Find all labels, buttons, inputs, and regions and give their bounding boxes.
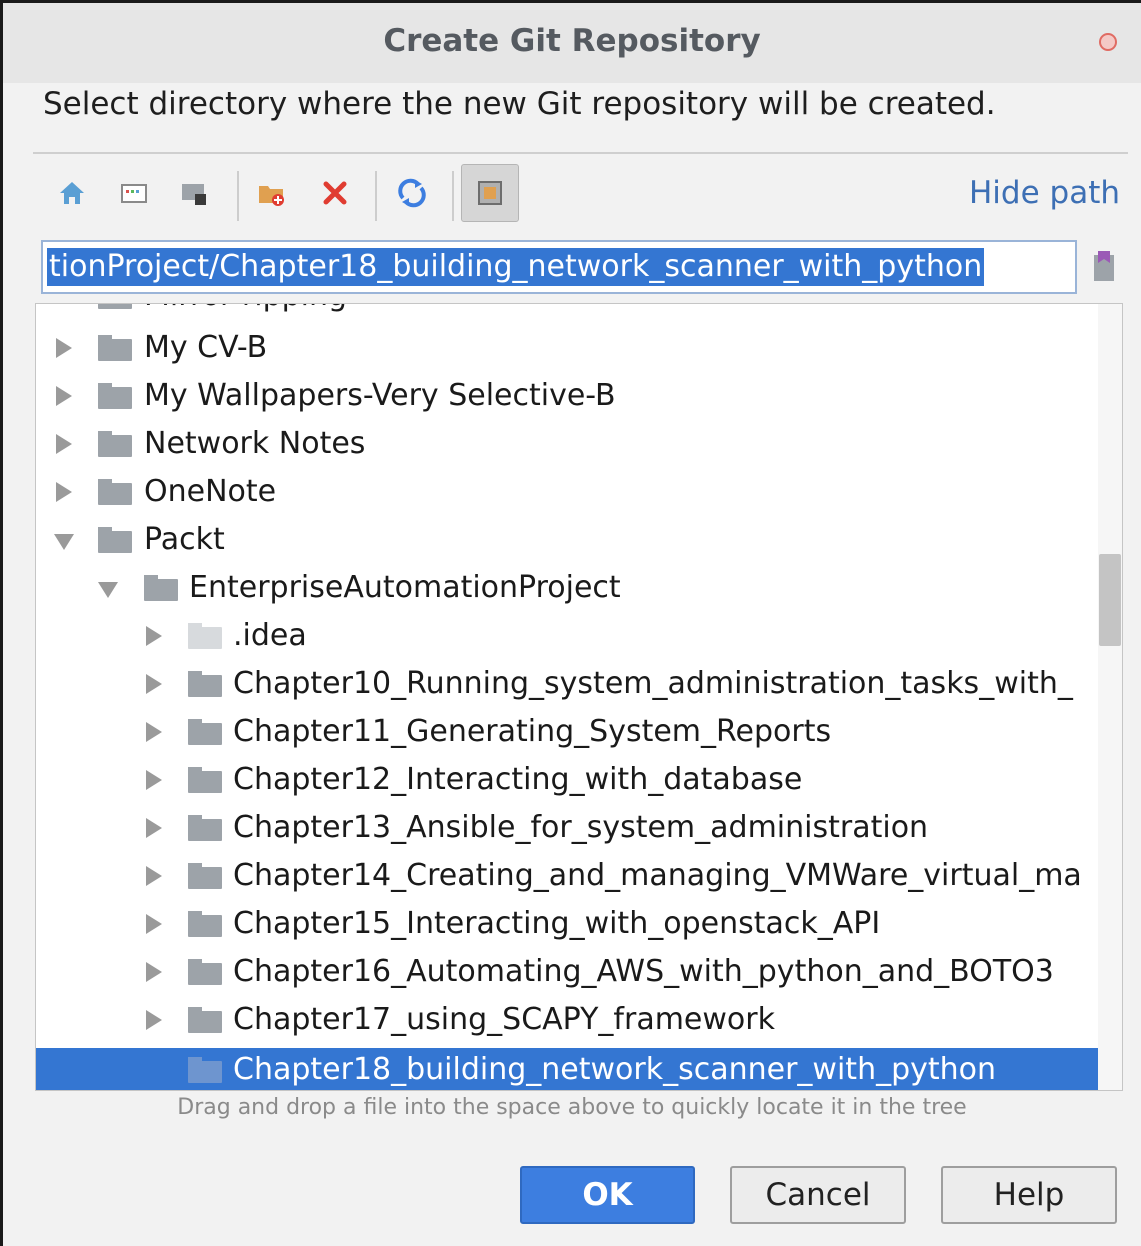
dialog-body: Select directory where the new Git repos… xyxy=(3,83,1141,1246)
bookmark-icon[interactable] xyxy=(1085,248,1123,286)
show-hidden-icon[interactable] xyxy=(461,164,519,222)
create-git-repository-dialog: Create Git Repository Select directory w… xyxy=(0,0,1141,1246)
ok-button[interactable]: OK xyxy=(520,1166,695,1224)
folder-icon xyxy=(188,959,222,985)
tree-row[interactable]: Network Notes xyxy=(36,422,1096,470)
tree-row[interactable]: OneNote xyxy=(36,470,1096,518)
tree-row-label: EnterpriseAutomationProject xyxy=(189,570,621,605)
toolbar-divider xyxy=(452,171,454,221)
tree-row[interactable]: Chapter10_Running_system_administration_… xyxy=(36,662,1096,710)
tree-row[interactable]: Chapter14_Creating_and_managing_VMWare_v… xyxy=(36,854,1096,902)
tree-row-label: Chapter18_building_network_scanner_with_… xyxy=(233,1052,997,1087)
toolbar-divider xyxy=(375,171,377,221)
tree-row-selected[interactable]: Chapter18_building_network_scanner_with_… xyxy=(36,1048,1122,1090)
tree-row[interactable]: Chapter13_Ansible_for_system_administrat… xyxy=(36,806,1096,854)
folder-icon xyxy=(188,623,222,649)
tree-row-label: Chapter14_Creating_and_managing_VMWare_v… xyxy=(233,858,1082,893)
folder-icon xyxy=(98,304,132,309)
folder-icon xyxy=(144,575,178,601)
project-icon[interactable] xyxy=(175,174,213,212)
folder-icon xyxy=(188,863,222,889)
expand-arrow-icon[interactable] xyxy=(146,818,162,838)
expand-arrow-icon[interactable] xyxy=(146,626,162,646)
expand-arrow-icon[interactable] xyxy=(146,866,162,886)
expand-arrow-icon[interactable] xyxy=(146,674,162,694)
folder-icon xyxy=(98,527,132,553)
tree-row[interactable]: Chapter11_Generating_System_Reports xyxy=(36,710,1096,758)
drag-drop-hint: Drag and drop a file into the space abov… xyxy=(177,1095,967,1120)
tree-row-label: .idea xyxy=(233,618,307,653)
folder-icon xyxy=(188,767,222,793)
tree-row-label: Network Notes xyxy=(144,426,366,461)
tree-row-label: Chapter17_using_SCAPY_framework xyxy=(233,1002,775,1037)
expand-arrow-icon[interactable] xyxy=(56,386,72,406)
expand-arrow-icon[interactable] xyxy=(146,914,162,934)
tree-scrollbar-thumb[interactable] xyxy=(1099,554,1121,646)
folder-icon xyxy=(188,671,222,697)
tree-row-label: Chapter16_Automating_AWS_with_python_and… xyxy=(233,954,1054,989)
dialog-subtitle: Select directory where the new Git repos… xyxy=(43,86,996,122)
tree-row-label: Chapter15_Interacting_with_openstack_API xyxy=(233,906,881,941)
tree-row-label: My CV-B xyxy=(144,330,268,365)
separator xyxy=(33,152,1128,154)
collapse-arrow-icon[interactable] xyxy=(54,534,74,550)
toolbar-divider xyxy=(237,171,239,221)
folder-icon xyxy=(98,335,132,361)
folder-icon xyxy=(188,1057,222,1083)
folder-icon xyxy=(98,479,132,505)
folder-icon xyxy=(98,383,132,409)
tree-row[interactable]: Chapter15_Interacting_with_openstack_API xyxy=(36,902,1096,950)
folder-icon xyxy=(188,911,222,937)
folder-icon xyxy=(188,1007,222,1033)
home-icon[interactable] xyxy=(53,174,91,212)
tree-row-label: Chapter11_Generating_System_Reports xyxy=(233,714,832,749)
tree-row[interactable]: My Wallpapers-Very Selective-B xyxy=(36,374,1096,422)
tree-row[interactable]: Mirror ripping xyxy=(36,304,1096,322)
expand-arrow-icon[interactable] xyxy=(146,722,162,742)
tree-row[interactable]: .idea xyxy=(36,614,1096,662)
expand-arrow-icon[interactable] xyxy=(56,338,72,358)
tree-row[interactable]: My CV-B xyxy=(36,326,1096,374)
expand-arrow-icon[interactable] xyxy=(56,482,72,502)
folder-icon xyxy=(188,719,222,745)
new-folder-icon[interactable] xyxy=(253,174,291,212)
folder-icon xyxy=(98,431,132,457)
tree-row-label: Mirror ripping xyxy=(144,304,347,313)
tree-row[interactable]: Packt xyxy=(36,518,1096,566)
collapse-arrow-icon[interactable] xyxy=(98,582,118,598)
expand-arrow-icon[interactable] xyxy=(56,434,72,454)
tree-scrollbar-track[interactable] xyxy=(1098,304,1122,1090)
tree-row-label: Chapter13_Ansible_for_system_administrat… xyxy=(233,810,929,845)
path-input[interactable]: tionProject/Chapter18_building_network_s… xyxy=(41,240,1077,294)
cancel-button[interactable]: Cancel xyxy=(730,1166,906,1224)
tree-row[interactable]: EnterpriseAutomationProject xyxy=(36,566,1096,614)
directory-tree[interactable]: Mirror ripping My CV-B My Wallpapers-Ver… xyxy=(35,303,1123,1091)
expand-arrow-icon[interactable] xyxy=(146,770,162,790)
tree-row-label: OneNote xyxy=(144,474,277,509)
help-button[interactable]: Help xyxy=(941,1166,1117,1224)
path-input-value: tionProject/Chapter18_building_network_s… xyxy=(47,248,985,286)
folder-icon xyxy=(188,815,222,841)
tree-row[interactable]: Chapter12_Interacting_with_database xyxy=(36,758,1096,806)
expand-arrow-icon[interactable] xyxy=(146,1010,162,1030)
title-bar: Create Git Repository xyxy=(3,3,1141,83)
desktop-icon[interactable] xyxy=(115,174,153,212)
tree-row-label: My Wallpapers-Very Selective-B xyxy=(144,378,616,413)
refresh-icon[interactable] xyxy=(393,174,431,212)
close-button[interactable] xyxy=(1099,33,1117,51)
tree-row-label: Chapter12_Interacting_with_database xyxy=(233,762,803,797)
tree-row[interactable]: Chapter17_using_SCAPY_framework xyxy=(36,998,1096,1046)
dialog-title: Create Git Repository xyxy=(383,23,761,59)
hide-path-link[interactable]: Hide path xyxy=(969,175,1120,211)
expand-arrow-icon[interactable] xyxy=(146,962,162,982)
tree-row-label: Packt xyxy=(144,522,225,557)
tree-row[interactable]: Chapter16_Automating_AWS_with_python_and… xyxy=(36,950,1096,998)
delete-icon[interactable] xyxy=(316,174,354,212)
tree-row-label: Chapter10_Running_system_administration_… xyxy=(233,666,1073,701)
